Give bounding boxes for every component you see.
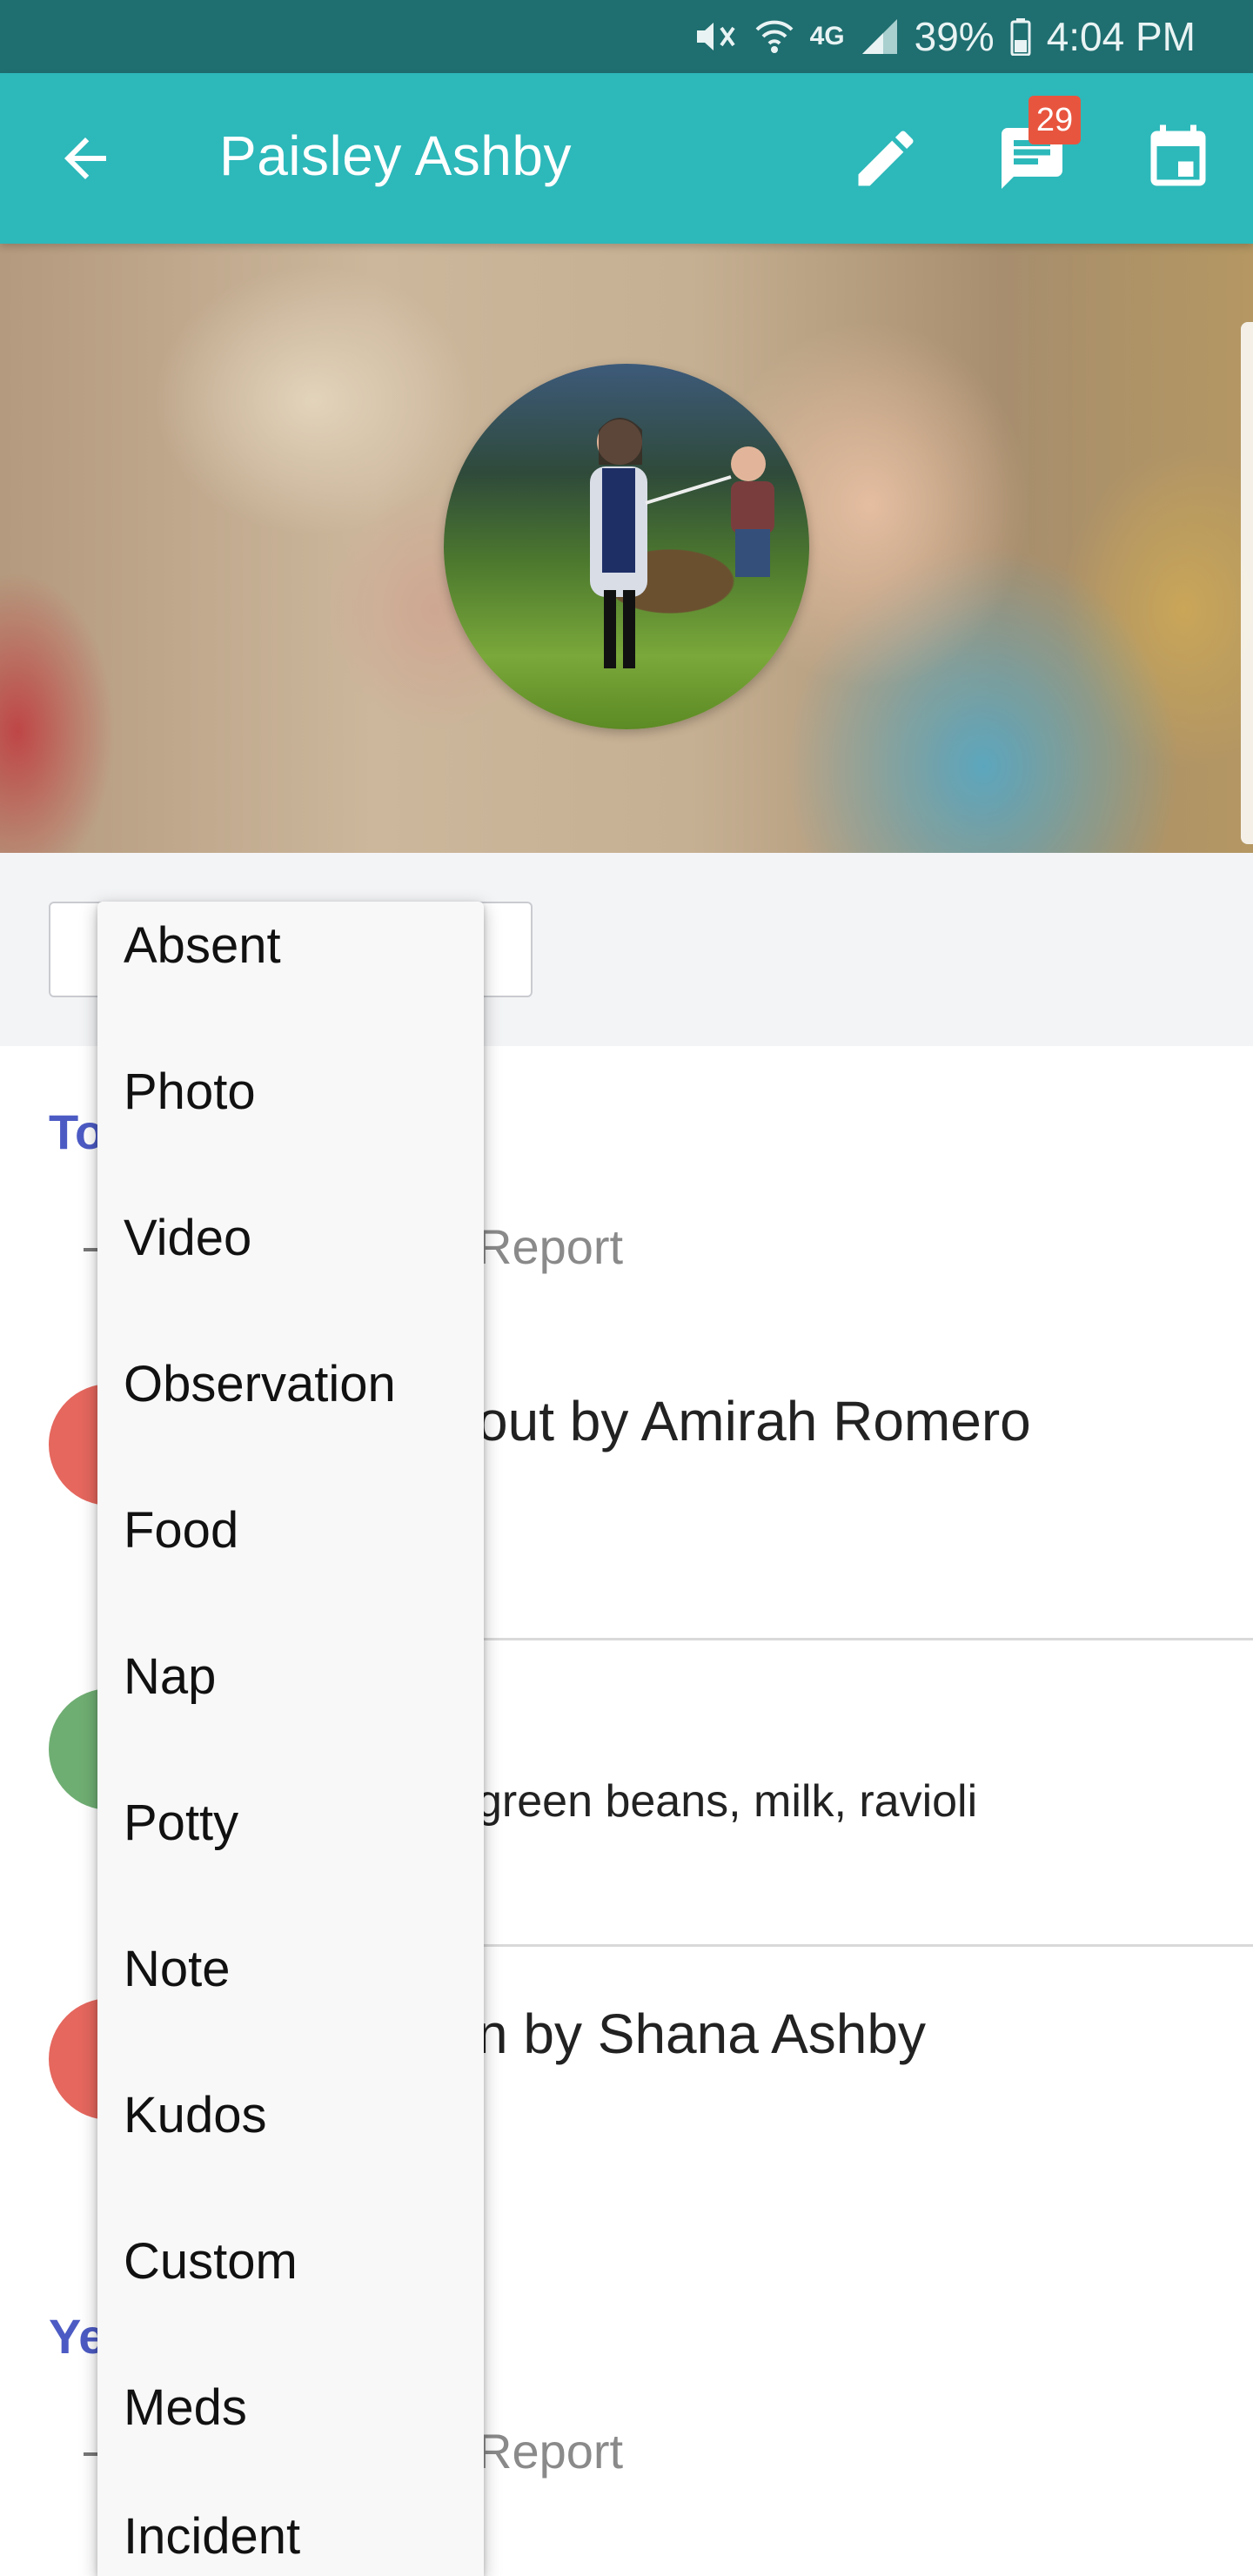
avatar-photo (590, 418, 774, 668)
signal-icon (861, 17, 899, 56)
activity-text: green beans, milk, ravioli (477, 1776, 978, 1827)
back-button[interactable] (54, 127, 117, 190)
clock: 4:04 PM (1046, 14, 1196, 59)
pencil-icon (858, 131, 914, 186)
arrow-back-icon (64, 138, 106, 179)
battery-icon (1010, 17, 1031, 56)
avatar[interactable] (444, 364, 809, 729)
report-label[interactable]: Report (477, 1218, 623, 1275)
divider (484, 1638, 1253, 1640)
page-title: Paisley Ashby (219, 124, 572, 187)
menu-item-potty[interactable]: Potty (124, 1779, 472, 1866)
menu-item-meds[interactable]: Meds (124, 2364, 472, 2451)
edit-button[interactable] (849, 122, 922, 195)
menu-item-nap[interactable]: Nap (124, 1633, 472, 1720)
scrollbar[interactable] (1241, 322, 1253, 844)
battery-percent: 39% (914, 14, 995, 59)
activity-text: out by Amirah Romero (477, 1390, 1031, 1452)
section-heading-today: To (49, 1104, 105, 1159)
network-type-label: 4G (809, 22, 845, 50)
menu-item-custom[interactable]: Custom (124, 2217, 472, 2304)
report-label[interactable]: Report (477, 2423, 623, 2479)
status-bar: 4G 39% 4:04 PM (0, 0, 1253, 73)
calendar-icon (1150, 124, 1206, 186)
menu-item-note[interactable]: Note (124, 1925, 472, 2012)
menu-item-video[interactable]: Video (124, 1194, 472, 1281)
wifi-icon (754, 17, 794, 56)
messages-badge: 29 (1029, 96, 1081, 144)
mute-icon (694, 17, 739, 56)
menu-item-incident[interactable]: Incident (124, 2492, 472, 2576)
divider (484, 1944, 1253, 1947)
menu-item-absent[interactable]: Absent (124, 902, 472, 989)
menu-item-kudos[interactable]: Kudos (124, 2071, 472, 2158)
menu-item-observation[interactable]: Observation (124, 1340, 472, 1427)
menu-item-photo[interactable]: Photo (124, 1048, 472, 1135)
calendar-button[interactable] (1142, 122, 1215, 195)
activity-text: n by Shana Ashby (477, 2002, 926, 2065)
activity-type-menu[interactable]: Absent Photo Video Observation Food Nap … (97, 902, 484, 2576)
menu-item-food[interactable]: Food (124, 1486, 472, 1573)
